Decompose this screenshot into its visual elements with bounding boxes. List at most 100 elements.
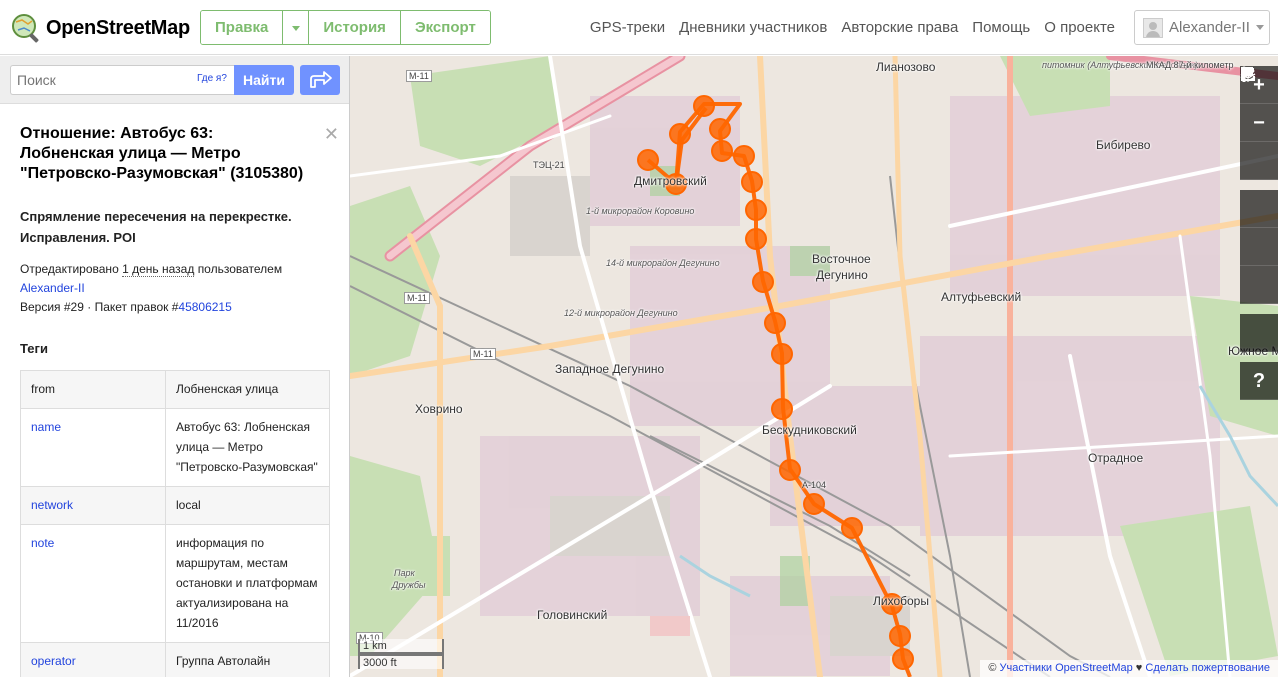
logo-text: OpenStreetMap bbox=[46, 16, 190, 39]
nav-copyright[interactable]: Авторские права bbox=[841, 19, 958, 36]
table-row: network local bbox=[20, 486, 330, 525]
map-label-a104: А-104 bbox=[802, 480, 827, 490]
map-label-golovinsky: Головинский bbox=[537, 608, 608, 622]
user-name: Alexander-II bbox=[1169, 19, 1250, 36]
map-label-zapadnoe-degunino: Западное Дегунино bbox=[555, 362, 665, 376]
map-label-tets: ТЭЦ-21 bbox=[533, 160, 565, 170]
map-key-button[interactable] bbox=[1240, 66, 1278, 266]
note-icon bbox=[1241, 67, 1253, 79]
where-am-i-link[interactable]: Где я? bbox=[197, 73, 227, 84]
tag-key: network bbox=[20, 486, 166, 525]
add-note-button[interactable] bbox=[1240, 67, 1278, 352]
minus-icon: − bbox=[1253, 112, 1265, 134]
map-label-beskudnikovsky: Бескудниковский bbox=[762, 423, 857, 437]
map-label-mkr14: 14-й микрорайон Дегунино bbox=[606, 258, 720, 268]
share-button[interactable] bbox=[1240, 68, 1278, 304]
edit-button[interactable]: Правка bbox=[201, 11, 284, 44]
version-info: Версия #29 · Пакет правок # bbox=[20, 300, 179, 314]
map-label-m11-mid: М-11 bbox=[404, 292, 430, 304]
edit-button-group: Правка История Экспорт bbox=[200, 10, 491, 45]
query-features-button[interactable]: ? bbox=[1240, 362, 1278, 400]
map-label-korovino: 1-й микрорайон Коровино bbox=[586, 206, 695, 216]
directions-button[interactable] bbox=[300, 65, 340, 95]
nav-help[interactable]: Помощь bbox=[972, 19, 1030, 36]
tag-key-link[interactable]: note bbox=[31, 536, 54, 550]
map-label-altufevsky: Алтуфьевский bbox=[941, 290, 1022, 304]
history-button[interactable]: История bbox=[309, 11, 401, 44]
map-label-lianozovo: Лианозово bbox=[876, 60, 936, 74]
tag-value: информация по маршрутам, местам остановк… bbox=[165, 524, 330, 643]
directions-icon bbox=[310, 71, 332, 88]
zoom-out-button[interactable]: − bbox=[1240, 104, 1278, 142]
map-label-vostochnoe: Восточное bbox=[812, 252, 871, 266]
scale-ft: 3000 ft bbox=[358, 654, 444, 669]
map-label-bibirevo: Бибирево bbox=[1096, 138, 1151, 152]
map-label-dmitrovsky: Дмитровский bbox=[634, 174, 707, 188]
user-menu-button[interactable]: Alexander-II bbox=[1134, 10, 1270, 45]
question-icon: ? bbox=[1252, 370, 1266, 392]
table-row: note информация по маршрутам, местам оста… bbox=[20, 524, 330, 643]
map-label-likhobory: Лихоборы bbox=[873, 594, 929, 608]
osm-logo-icon bbox=[12, 14, 39, 43]
relation-title: Отношение: Автобус 63: Лобненская улица … bbox=[20, 125, 304, 182]
map-label-khovrino: Ховрино bbox=[415, 402, 463, 416]
changeset-link[interactable]: 45806215 bbox=[178, 300, 231, 314]
edit-meta: Отредактировано 1 день назад пользовател… bbox=[20, 260, 329, 317]
geolocate-button[interactable] bbox=[1240, 67, 1278, 180]
scale-km: 1 km bbox=[358, 639, 444, 654]
edited-time: 1 день назад bbox=[122, 262, 195, 277]
chevron-down-icon bbox=[291, 25, 300, 31]
header: OpenStreetMap Правка История Экспорт GPS… bbox=[0, 0, 1278, 55]
tag-value: local bbox=[165, 486, 330, 525]
search-button[interactable]: Найти bbox=[234, 65, 294, 95]
map-label-mkr12: 12-й микрорайон Дегунино bbox=[564, 308, 678, 318]
map-label-park: Парк bbox=[394, 568, 415, 578]
map-label-druzhby: Дружбы bbox=[392, 580, 426, 590]
tag-key: from bbox=[20, 370, 166, 409]
table-row: operator Группа Автолайн bbox=[20, 642, 330, 677]
map-label-mkad: МКАД 87-й километр bbox=[1146, 60, 1234, 70]
heart-icon: ♥ bbox=[1132, 662, 1146, 674]
map-controls: + − ? bbox=[1240, 66, 1278, 400]
attribution-copyright: © bbox=[988, 662, 1000, 674]
donate-link[interactable]: Сделать пожертвование bbox=[1145, 662, 1270, 674]
sidebar-content: Отношение: Автобус 63: Лобненская улица … bbox=[0, 124, 349, 677]
tag-value: Автобус 63: Лобненская улица — Метро "Пе… bbox=[165, 408, 330, 487]
changeset-comment: Спрямление пересечения на перекрестке. И… bbox=[20, 209, 292, 245]
tag-key: operator bbox=[20, 642, 166, 677]
tag-value: Группа Автолайн bbox=[165, 642, 330, 677]
table-row: name Автобус 63: Лобненская улица — Метро… bbox=[20, 408, 330, 487]
edit-dropdown-button[interactable] bbox=[283, 11, 310, 44]
nav-gps-traces[interactable]: GPS-треки bbox=[590, 19, 665, 36]
map-attribution: © Участники OpenStreetMap ♥ Сделать поже… bbox=[980, 660, 1278, 677]
tag-key-link[interactable]: network bbox=[31, 498, 73, 512]
map-scale: 1 km 3000 ft bbox=[358, 639, 444, 669]
close-icon[interactable]: ✕ bbox=[324, 124, 339, 144]
chevron-down-icon bbox=[1255, 25, 1264, 30]
tags-heading: Теги bbox=[20, 341, 48, 356]
table-row: from Лобненская улица bbox=[20, 370, 330, 409]
layers-button[interactable] bbox=[1240, 67, 1278, 228]
attribution-contributors-link[interactable]: Участники OpenStreetMap bbox=[999, 662, 1132, 674]
map-label-m11-low: М-11 bbox=[470, 348, 496, 360]
tag-key-link[interactable]: name bbox=[31, 420, 61, 434]
tags-table: from Лобненская улица name Автобус 63: Лобн… bbox=[20, 370, 330, 677]
avatar-icon bbox=[1143, 17, 1163, 38]
logo[interactable]: OpenStreetMap bbox=[10, 12, 190, 44]
sidebar: Где я? Найти Отношение: Автобус 63: Лобн… bbox=[0, 56, 350, 677]
tag-value: Лобненская улица bbox=[165, 370, 330, 409]
export-button[interactable]: Экспорт bbox=[400, 11, 490, 44]
page-title: Отношение: Автобус 63: Лобненская улица … bbox=[20, 124, 339, 184]
user-link[interactable]: Alexander-II bbox=[20, 281, 85, 295]
map-label-m11-top: М-11 bbox=[406, 70, 432, 82]
map-label-degunino: Дегунино bbox=[816, 268, 868, 282]
tag-key: name bbox=[20, 408, 166, 487]
edited-by: пользователем bbox=[197, 262, 283, 276]
edited-prefix: Отредактировано bbox=[20, 262, 119, 276]
tag-key-link[interactable]: operator bbox=[31, 654, 76, 668]
top-navigation: GPS-треки Дневники участников Авторские … bbox=[590, 19, 1115, 36]
nav-about[interactable]: О проекте bbox=[1044, 19, 1115, 36]
nav-user-diaries[interactable]: Дневники участников bbox=[679, 19, 827, 36]
map-label-otradnoe: Отрадное bbox=[1088, 451, 1144, 465]
map[interactable]: Дмитровский Восточное Дегунино Западное … bbox=[350, 56, 1278, 677]
